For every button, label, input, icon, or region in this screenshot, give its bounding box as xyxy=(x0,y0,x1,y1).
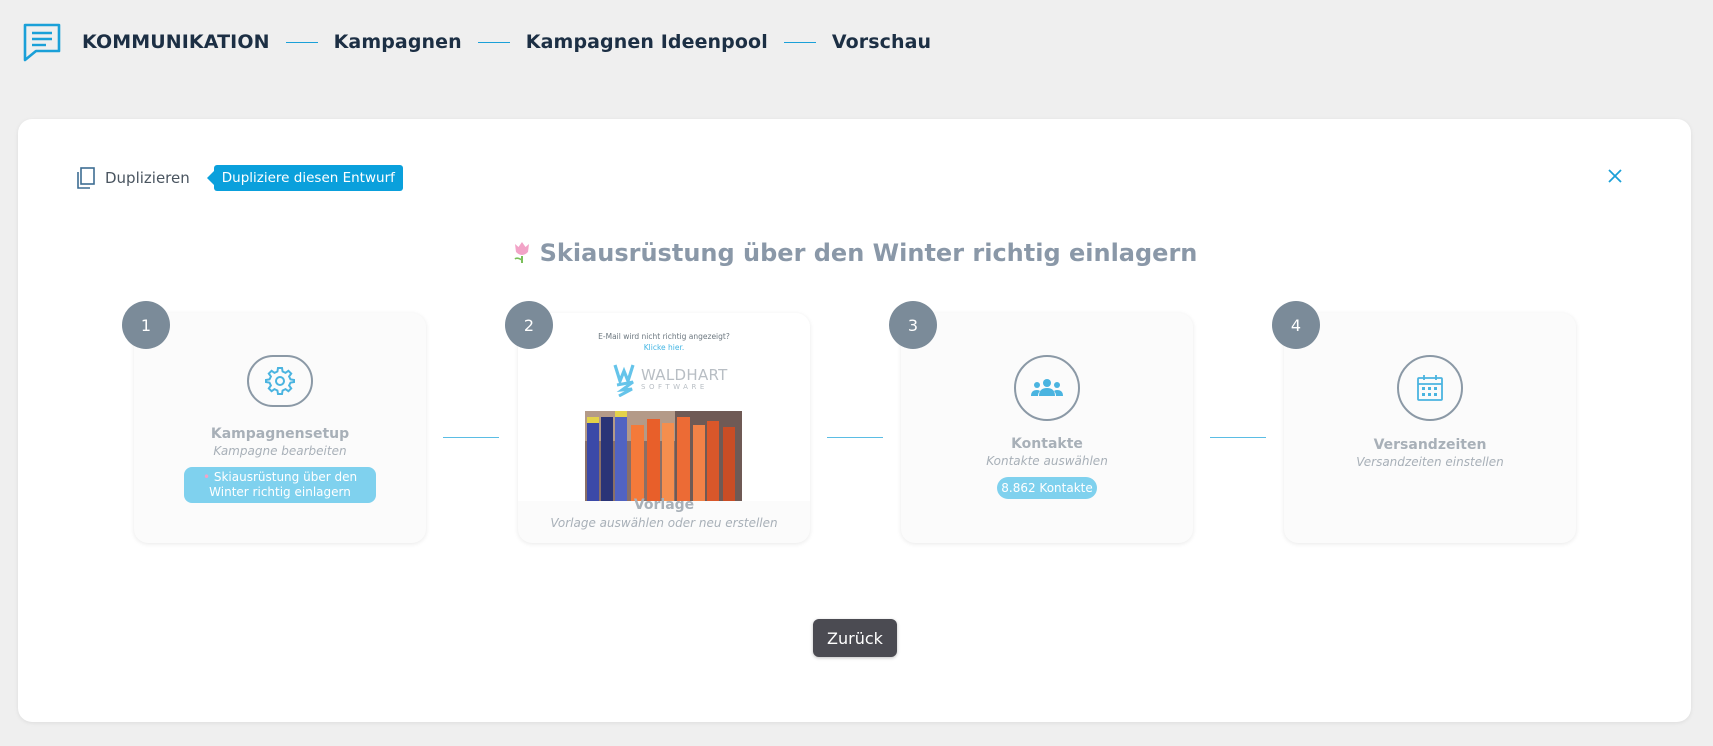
email-preview-notice: E-Mail wird nicht richtig angezeigt? Kli… xyxy=(598,332,730,352)
step-vorlage[interactable]: E-Mail wird nicht richtig angezeigt? Kli… xyxy=(518,313,810,543)
tulip-icon xyxy=(514,242,529,263)
breadcrumb-separator xyxy=(477,41,510,43)
duplicate-action[interactable]: Duplizieren Dupliziere diesen Entwurf xyxy=(76,165,403,191)
waldhart-logo: WALDHART SOFTWARE xyxy=(613,363,728,397)
duplicate-tooltip: Dupliziere diesen Entwurf xyxy=(213,165,403,191)
step-title: Vorlage xyxy=(633,497,695,513)
preview-card: Duplizieren Dupliziere diesen Entwurf Sk… xyxy=(18,119,1691,722)
contacts-count-badge: 8.862 Kontakte xyxy=(997,477,1097,499)
step-number: 1 xyxy=(122,301,170,349)
step-3-icon-circle xyxy=(1014,355,1080,421)
breadcrumb: KOMMUNIKATION Kampagnen Kampagnen Ideenp… xyxy=(22,22,931,62)
step-number: 3 xyxy=(889,301,937,349)
step-subtitle: Kontakte auswählen xyxy=(986,454,1108,468)
breadcrumb-item-kampagnen[interactable]: Kampagnen xyxy=(334,31,462,53)
close-icon[interactable] xyxy=(1604,165,1626,187)
contacts-icon xyxy=(1031,379,1063,396)
back-button[interactable]: Zurück xyxy=(813,619,897,657)
breadcrumb-item-kommunikation[interactable]: KOMMUNIKATION xyxy=(82,31,270,53)
breadcrumb-separator xyxy=(285,41,318,43)
step-connector xyxy=(443,437,499,438)
campaign-title: Skiausrüstung über den Winter richtig ei… xyxy=(18,239,1691,267)
step-connector xyxy=(827,437,883,438)
email-preview-link: Klicke hier. xyxy=(643,343,685,352)
breadcrumb-item-ideenpool[interactable]: Kampagnen Ideenpool xyxy=(526,31,768,53)
breadcrumb-separator xyxy=(783,41,816,43)
step-subtitle: Vorlage auswählen oder neu erstellen xyxy=(550,516,778,530)
logo-main-text: WALDHART xyxy=(641,366,728,384)
breadcrumb-item-vorschau: Vorschau xyxy=(831,31,932,53)
step-connector xyxy=(1210,437,1266,438)
gear-icon xyxy=(265,367,295,395)
logo-sub-text: SOFTWARE xyxy=(641,383,708,391)
campaign-title-text: Skiausrüstung über den Winter richtig ei… xyxy=(539,239,1198,267)
chat-message-icon xyxy=(23,23,61,62)
skis-photo xyxy=(585,411,742,501)
step-kampagnensetup[interactable]: Kampagnensetup Kampagne bearbeiten • Ski… xyxy=(134,313,426,543)
tulip-icon: • xyxy=(202,470,211,484)
duplicate-button[interactable]: Duplizieren xyxy=(105,169,190,187)
step-title: Kontakte xyxy=(1011,436,1083,452)
step-4-icon-circle xyxy=(1397,355,1463,421)
step-subtitle: Kampagne bearbeiten xyxy=(213,444,347,458)
email-template-preview[interactable]: E-Mail wird nicht richtig angezeigt? Kli… xyxy=(518,313,810,501)
step-number: 2 xyxy=(505,301,553,349)
step-versandzeiten[interactable]: Versandzeiten Versandzeiten einstellen xyxy=(1284,313,1576,543)
step-kontakte[interactable]: Kontakte Kontakte auswählen 8.862 Kontak… xyxy=(901,313,1193,543)
waldhart-logo-mark xyxy=(613,364,635,397)
step-number: 4 xyxy=(1272,301,1320,349)
calendar-icon xyxy=(1417,375,1443,401)
step-title: Versandzeiten xyxy=(1373,437,1487,453)
copy-icon xyxy=(77,167,95,189)
step-subtitle: Versandzeiten einstellen xyxy=(1356,455,1504,469)
campaign-name-badge: • Skiausrüstung über den Winter richtig … xyxy=(184,467,376,503)
step-title: Kampagnensetup xyxy=(210,426,350,442)
step-1-icon-circle xyxy=(247,355,313,407)
